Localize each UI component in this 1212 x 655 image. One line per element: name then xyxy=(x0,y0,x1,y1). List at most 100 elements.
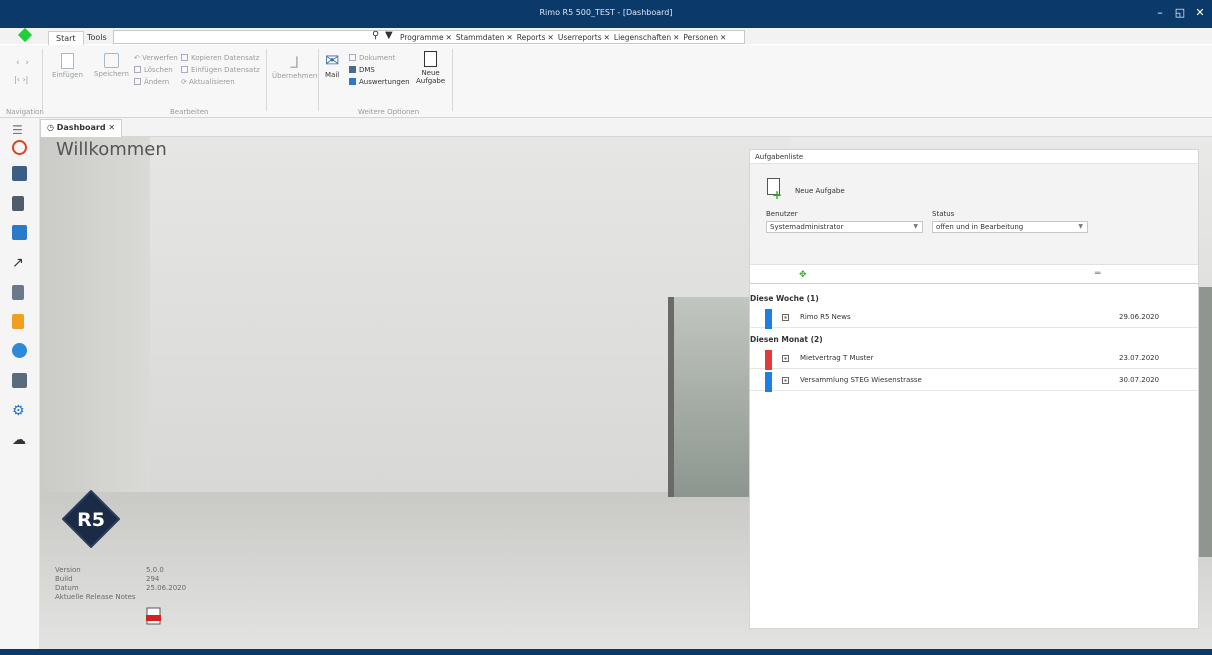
search-icon[interactable]: ⚲ xyxy=(372,30,379,41)
task-row[interactable]: Mietvertrag T Muster 23.07.2020 xyxy=(750,348,1198,370)
user-select[interactable]: Systemadministrator ▼ xyxy=(766,221,923,233)
task-row[interactable]: Rimo R5 News 29.06.2020 xyxy=(750,307,1198,329)
document-icon xyxy=(60,53,74,69)
clock-icon: ◷ xyxy=(47,123,57,132)
r5-logo: R5 xyxy=(62,490,120,548)
nav-first-last-icon[interactable]: |‹ ›| xyxy=(14,75,28,84)
group-this-week: Diese Woche (1) xyxy=(750,294,819,303)
close-icon: ✕ xyxy=(719,33,727,42)
close-icon: ✕ xyxy=(547,33,554,42)
tab-start[interactable]: Start xyxy=(48,31,84,45)
document-tab-strip: ◷ Dashboard ✕ xyxy=(40,118,1212,137)
clipboard-icon[interactable] xyxy=(12,196,24,211)
chevron-down-icon: ▼ xyxy=(1078,223,1083,230)
apply-icon: ⅃ xyxy=(290,53,300,72)
user-label: Benutzer xyxy=(766,210,798,218)
hamburger-menu-icon[interactable]: ☰ xyxy=(12,123,23,137)
close-icon: ✕ xyxy=(673,33,680,42)
minimize-button[interactable]: – xyxy=(1152,6,1168,19)
group-label-bearbeiten: Bearbeiten xyxy=(170,108,209,116)
undo-icon: ↶ xyxy=(134,54,143,62)
quick-tab-liegenschaften[interactable]: Liegenschaften ✕ xyxy=(614,33,680,42)
hammer-icon[interactable]: ↗ xyxy=(12,255,27,271)
task-list-panel: Aufgabenliste + Neue Aufgabe Benutzer Sy… xyxy=(749,149,1199,629)
mail-icon: ✉ xyxy=(325,51,340,71)
edit-icon xyxy=(134,78,141,85)
status-bar xyxy=(0,649,1212,655)
left-sidebar: ☰ ↗ ⚙ ☁ xyxy=(0,118,40,649)
neue-aufgabe-button[interactable]: Neue Aufgabe xyxy=(416,51,445,85)
document-small-icon xyxy=(349,54,356,61)
paste-icon xyxy=(181,66,188,73)
maximize-button[interactable]: ◱ xyxy=(1172,6,1188,19)
refresh-icon: ⟳ xyxy=(181,78,190,86)
new-task-link[interactable]: Neue Aufgabe xyxy=(795,187,845,195)
close-icon: ✕ xyxy=(506,33,513,42)
group-label-weitere-optionen: Weitere Optionen xyxy=(358,108,420,116)
save-icon xyxy=(103,53,119,68)
einfuegen-button[interactable]: Einfügen xyxy=(52,53,83,79)
tab-tools[interactable]: Tools xyxy=(80,31,114,45)
speichern-button[interactable]: Speichern xyxy=(94,53,129,78)
kopieren-datensatz-button[interactable]: Kopieren Datensatz xyxy=(181,54,259,62)
aendern-button[interactable]: Ändern xyxy=(134,78,169,86)
quick-tab-personen[interactable]: Personen ✕ xyxy=(683,33,726,42)
ribbon: ‹ › |‹ ›| Navigation Einfügen Speichern … xyxy=(0,45,1212,118)
dokument-button[interactable]: Dokument xyxy=(349,54,395,62)
status-select[interactable]: offen und in Bearbeitung ▼ xyxy=(932,221,1088,233)
calculator-icon[interactable] xyxy=(12,373,27,388)
task-color-bar xyxy=(765,309,772,329)
quick-tab-stammdaten[interactable]: Stammdaten ✕ xyxy=(456,33,513,42)
dashboard-clock-icon[interactable] xyxy=(12,140,27,155)
task-list-column-header: ✥ ═ xyxy=(750,264,1198,284)
svg-text:R5: R5 xyxy=(77,509,105,531)
mail-button[interactable]: ✉ Mail xyxy=(325,51,339,79)
quick-tabs: Programme ✕ Stammdaten ✕ Reports ✕ Userrepo… xyxy=(400,33,730,42)
status-label: Status xyxy=(932,210,955,218)
filter-icon[interactable]: ▼ xyxy=(385,30,393,41)
dms-icon xyxy=(349,66,356,73)
building-icon[interactable] xyxy=(12,166,27,181)
nav-prev-icon[interactable]: ‹ › xyxy=(16,58,29,68)
task-color-bar xyxy=(765,350,772,370)
report-doc-icon[interactable] xyxy=(12,285,24,300)
pdf-icon[interactable] xyxy=(146,607,162,625)
verwerfen-button[interactable]: ↶ Verwerfen xyxy=(134,54,178,62)
network-icon[interactable] xyxy=(12,225,27,240)
task-checkbox[interactable] xyxy=(782,377,789,384)
quick-tab-programme[interactable]: Programme ✕ xyxy=(400,33,452,42)
dms-button[interactable]: DMS xyxy=(349,66,375,74)
title-bar: Rimo R5 500_TEST - [Dashboard] – ◱ ✕ xyxy=(0,0,1212,28)
einfuegen-datensatz-button[interactable]: Einfügen Datensatz xyxy=(181,66,260,74)
group-this-month: Diesen Monat (2) xyxy=(750,335,823,344)
auswertungen-button[interactable]: Auswertungen xyxy=(349,78,410,86)
quick-tab-userreports[interactable]: Userreports ✕ xyxy=(558,33,610,42)
tab-dashboard[interactable]: ◷ Dashboard ✕ xyxy=(40,119,123,137)
welcome-heading: Willkommen xyxy=(56,139,167,160)
priority-icon[interactable]: ✥ xyxy=(799,270,807,280)
task-list-header: Aufgabenliste xyxy=(750,150,1198,164)
plus-icon[interactable]: + xyxy=(772,188,782,202)
close-icon: ✕ xyxy=(445,33,452,42)
task-row[interactable]: Versammlung STEG Wiesenstrasse 30.07.202… xyxy=(750,370,1198,392)
hierarchy-icon[interactable] xyxy=(12,343,27,358)
chevron-down-icon: ▼ xyxy=(913,223,918,230)
loeschen-button[interactable]: Löschen xyxy=(134,66,173,74)
invoice-icon[interactable] xyxy=(12,314,24,329)
settings-icon[interactable]: ⚙ xyxy=(12,403,27,419)
close-icon[interactable]: ✕ xyxy=(106,123,115,132)
uebernehmen-button[interactable]: ⅃ Übernehmen xyxy=(272,53,317,80)
task-checkbox[interactable] xyxy=(782,355,789,362)
delete-icon xyxy=(134,66,141,73)
quick-tab-reports[interactable]: Reports ✕ xyxy=(517,33,554,42)
report-icon xyxy=(349,78,356,85)
cloud-download-icon[interactable]: ☁ xyxy=(12,432,27,448)
aktualisieren-button[interactable]: ⟳ Aktualisieren xyxy=(181,78,235,86)
task-checkbox[interactable] xyxy=(782,314,789,321)
close-button[interactable]: ✕ xyxy=(1192,6,1208,19)
group-label-navigation: Navigation xyxy=(6,108,44,116)
new-task-icon xyxy=(424,51,438,67)
copy-icon xyxy=(181,54,188,61)
window-title: Rimo R5 500_TEST - [Dashboard] xyxy=(539,8,673,17)
sort-icon[interactable]: ═ xyxy=(1095,269,1100,279)
